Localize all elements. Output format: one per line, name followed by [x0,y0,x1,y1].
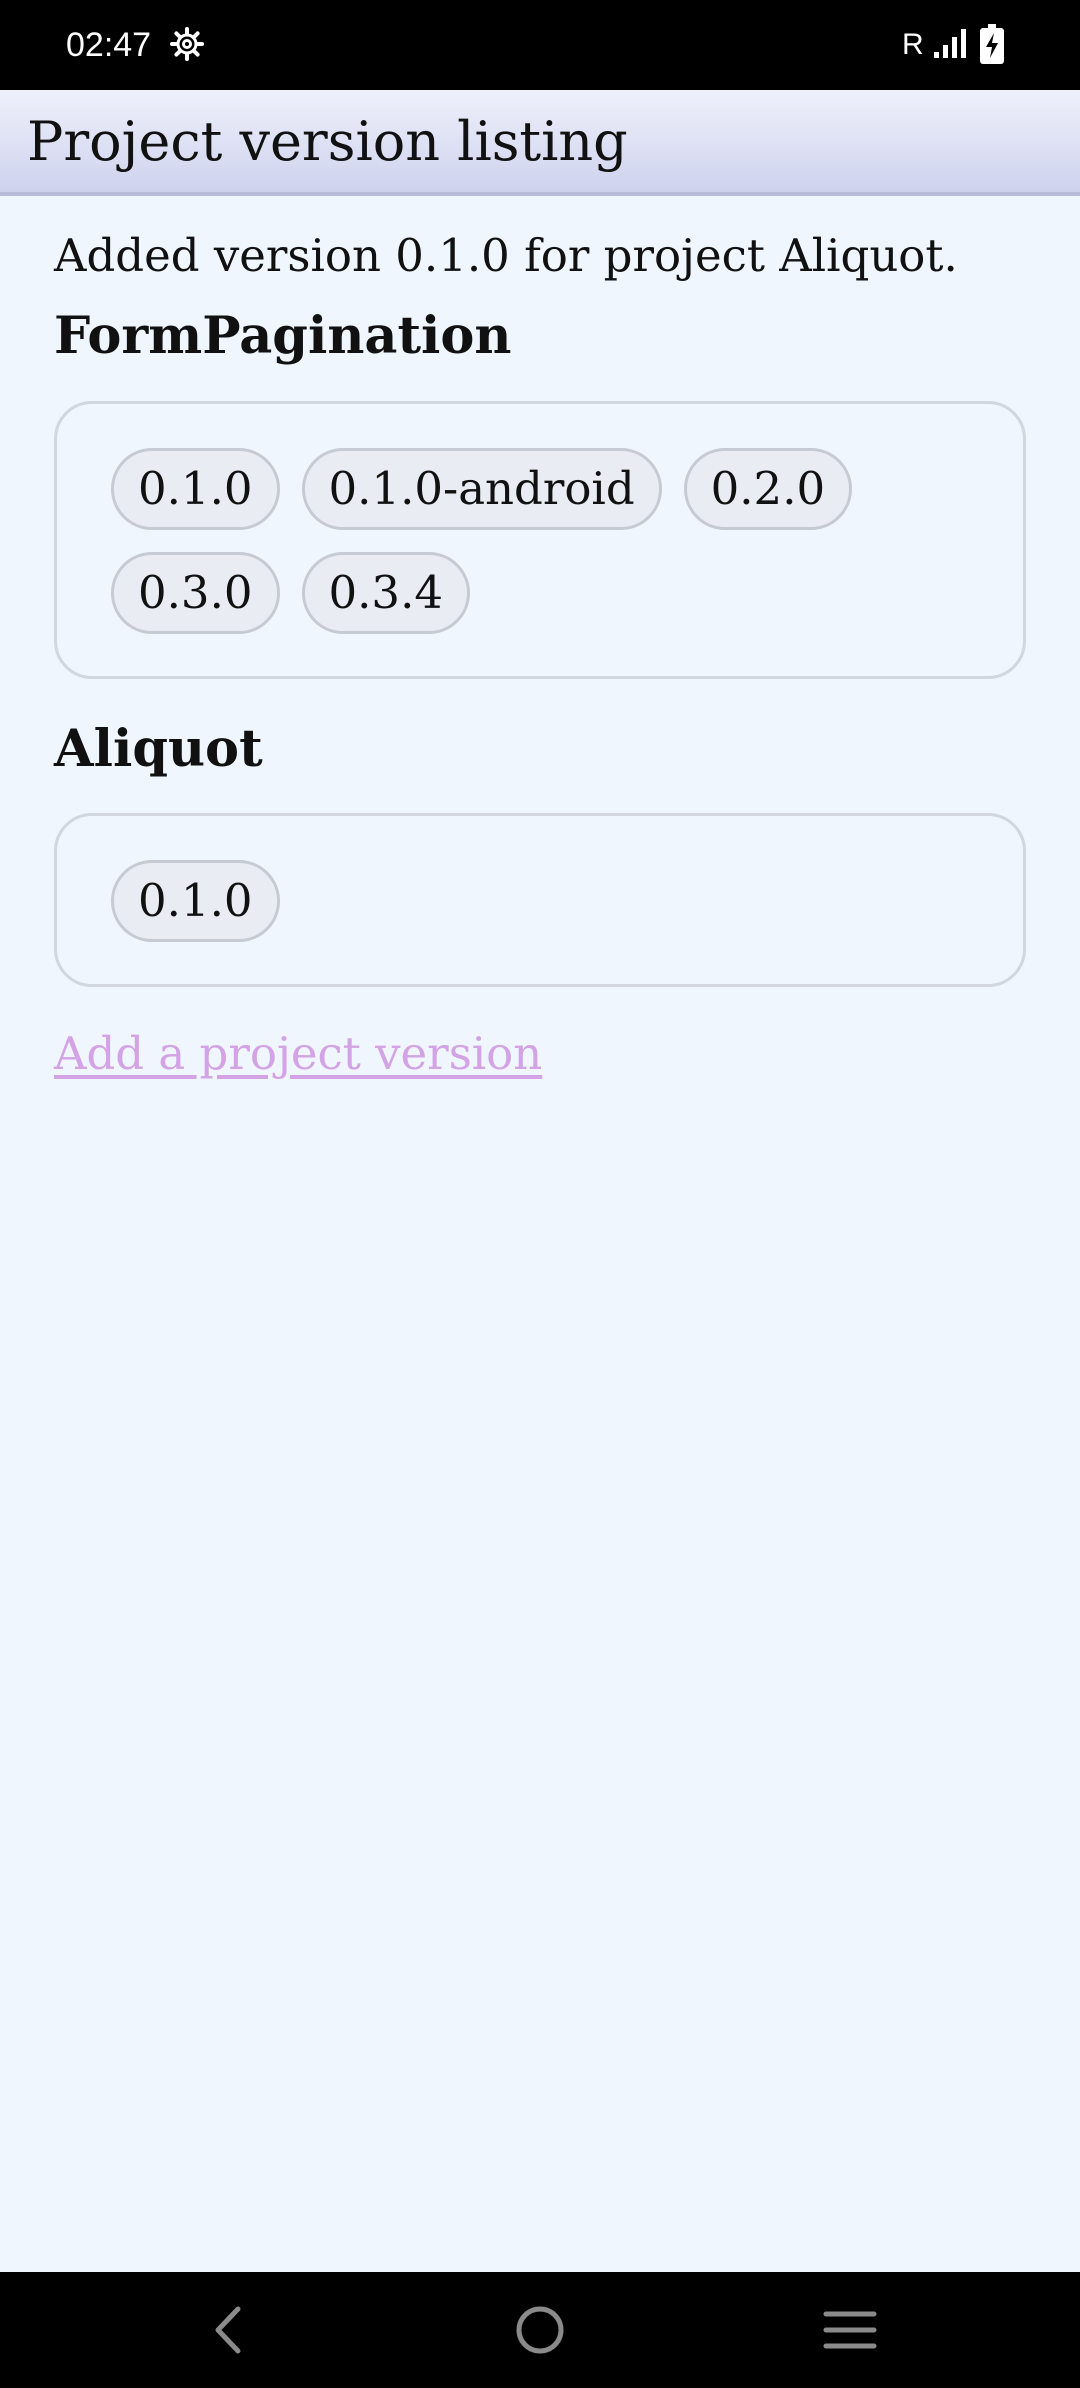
status-time: 02:47 [66,26,152,64]
roaming-indicator: R [902,28,924,61]
navigation-bar [0,2272,1080,2388]
settings-gear-icon [170,27,204,61]
version-list-formpagination: 0.1.0 0.1.0-android 0.2.0 0.3.0 0.3.4 [54,401,1026,679]
home-icon [516,2306,564,2354]
status-bar: 02:47 R [0,0,1080,90]
add-project-version-link[interactable]: Add a project version [54,1026,542,1082]
signal-icon [934,29,966,58]
recents-menu-icon [823,2311,877,2349]
back-button[interactable] [168,2272,288,2388]
recents-button[interactable] [790,2272,910,2388]
project-heading-formpagination: FormPagination [54,306,512,366]
version-chip[interactable]: 0.2.0 [683,448,853,530]
version-chip[interactable]: 0.3.0 [111,552,280,634]
battery-charging-icon [980,24,1004,64]
version-list-aliquot: 0.1.0 [54,813,1026,987]
app-bar: Project version listing [0,90,1080,196]
back-icon [215,2306,241,2354]
flash-message: Added version 0.1.0 for project Aliquot. [54,229,958,282]
page-title: Project version listing [27,110,628,173]
version-chip[interactable]: 0.1.0 [111,860,280,942]
home-button[interactable] [480,2272,600,2388]
version-chips: 0.1.0 0.1.0-android 0.2.0 0.3.0 0.3.4 [111,448,971,634]
version-chip[interactable]: 0.1.0 [111,448,280,530]
project-heading-aliquot: Aliquot [54,719,263,779]
version-chip[interactable]: 0.3.4 [301,552,470,634]
version-chip[interactable]: 0.1.0-android [301,448,662,530]
version-chips: 0.1.0 [111,860,971,942]
